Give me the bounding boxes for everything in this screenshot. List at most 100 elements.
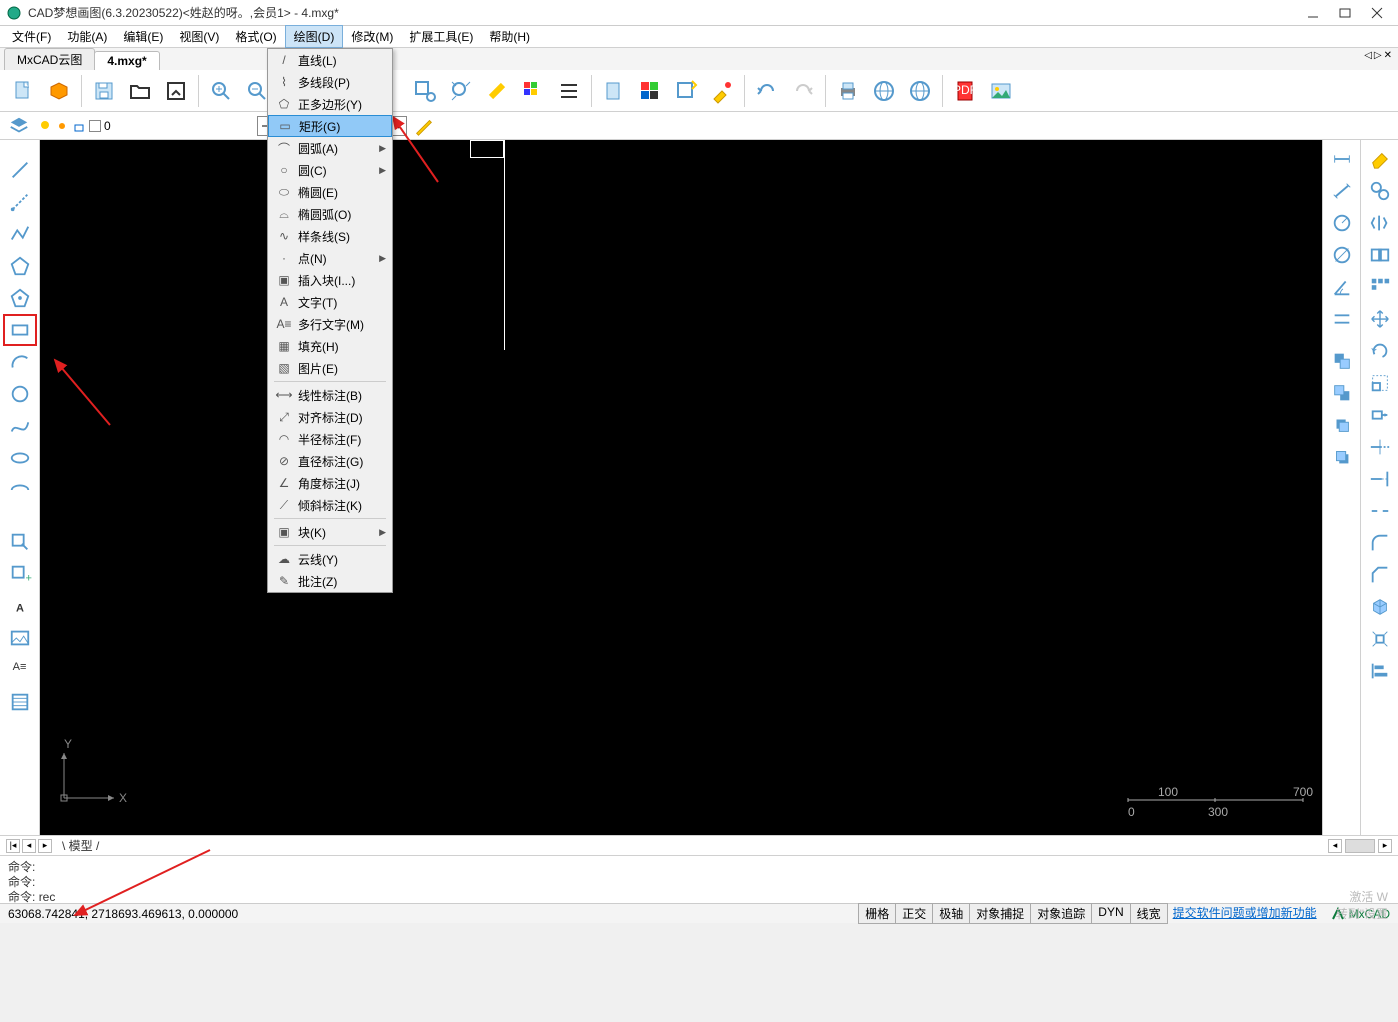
polar-toggle[interactable]: 极轴: [932, 903, 970, 924]
brush-button[interactable]: [705, 74, 739, 108]
menu-view[interactable]: 视图(V): [171, 26, 227, 47]
offset-tool[interactable]: [1363, 239, 1397, 271]
draw-menu-dimalign[interactable]: ⤢对齐标注(D): [268, 406, 392, 428]
send-backward-tool[interactable]: [1325, 441, 1359, 473]
zoom-window-button[interactable]: [408, 74, 442, 108]
list-button[interactable]: [552, 74, 586, 108]
chamfer-tool[interactable]: [1363, 559, 1397, 591]
close-button[interactable]: [1370, 6, 1384, 20]
draw-menu-rect[interactable]: ▭矩形(G): [268, 115, 392, 137]
scale-tool[interactable]: [1363, 367, 1397, 399]
ellipse-arc-tool[interactable]: [3, 474, 37, 506]
line-tool[interactable]: [3, 154, 37, 186]
draw-menu-dimdia[interactable]: ⊘直径标注(G): [268, 450, 392, 472]
palette-button[interactable]: [516, 74, 550, 108]
hscroll-left[interactable]: ◂: [1328, 839, 1342, 853]
draw-menu-image[interactable]: ▧图片(E): [268, 357, 392, 379]
draw-menu-cloud[interactable]: ☁云线(Y): [268, 548, 392, 570]
model-tab[interactable]: \ 模型 /: [54, 837, 107, 854]
draw-menu-mtext[interactable]: A≡多行文字(M): [268, 313, 392, 335]
explode-tool[interactable]: [1363, 623, 1397, 655]
text-tool[interactable]: A: [3, 590, 37, 622]
draw-menu-dimlin[interactable]: ⟷线性标注(B): [268, 384, 392, 406]
draw-menu-note[interactable]: ✎批注(Z): [268, 570, 392, 592]
arc-tool[interactable]: [3, 346, 37, 378]
draw-menu-line[interactable]: /直线(L): [268, 49, 392, 71]
draw-menu-circle[interactable]: ○圆(C)▶: [268, 159, 392, 181]
minimize-button[interactable]: [1306, 6, 1320, 20]
draw-menu-text[interactable]: A文字(T): [268, 291, 392, 313]
draw-menu-point[interactable]: ·点(N)▶: [268, 247, 392, 269]
drawing-canvas[interactable]: YX 100700 0300: [40, 140, 1322, 835]
mtext-tool[interactable]: A≡: [3, 654, 37, 686]
trim-tool[interactable]: [1363, 431, 1397, 463]
image-tool[interactable]: [3, 622, 37, 654]
layout-first-button[interactable]: |◂: [6, 839, 20, 853]
draw-menu-earc[interactable]: ⌓椭圆弧(O): [268, 203, 392, 225]
dim-radius-tool[interactable]: [1325, 207, 1359, 239]
draw-menu-ellipse[interactable]: ⬭椭圆(E): [268, 181, 392, 203]
clipboard-button[interactable]: [597, 74, 631, 108]
osnap-toggle[interactable]: 对象捕捉: [969, 903, 1031, 924]
dim-parallel-tool[interactable]: [1325, 303, 1359, 335]
pdf-button[interactable]: PDF: [948, 74, 982, 108]
add-block-tool[interactable]: +: [3, 558, 37, 590]
rotate-tool[interactable]: [1363, 335, 1397, 367]
align-tool[interactable]: [1363, 655, 1397, 687]
pencil-icon[interactable]: [413, 115, 435, 137]
dyn-toggle[interactable]: DYN: [1091, 903, 1130, 924]
menu-file[interactable]: 文件(F): [4, 26, 59, 47]
tab-next-icon[interactable]: ▷: [1374, 50, 1382, 61]
break-tool[interactable]: [1363, 495, 1397, 527]
lineweight-toggle[interactable]: 线宽: [1130, 903, 1168, 924]
dim-angle-tool[interactable]: [1325, 271, 1359, 303]
saveas-button[interactable]: [159, 74, 193, 108]
polygon-tool[interactable]: [3, 250, 37, 282]
hscroll-track[interactable]: [1345, 839, 1375, 853]
web2-button[interactable]: [903, 74, 937, 108]
extend-tool[interactable]: [1363, 463, 1397, 495]
new3d-button[interactable]: [42, 74, 76, 108]
command-line[interactable]: 命令: 命令: 命令: rec: [0, 855, 1398, 903]
highlight-button[interactable]: [480, 74, 514, 108]
color-swatch-button[interactable]: [633, 74, 667, 108]
insert-block-tool[interactable]: [3, 526, 37, 558]
tab-prev-icon[interactable]: ◁: [1364, 50, 1372, 61]
zoom-in-button[interactable]: [204, 74, 238, 108]
menu-draw[interactable]: 绘图(D): [285, 25, 344, 48]
3d-tool[interactable]: [1363, 591, 1397, 623]
array-tool[interactable]: [1363, 271, 1397, 303]
circle-tool[interactable]: [3, 378, 37, 410]
zoom-extents-button[interactable]: [444, 74, 478, 108]
tab-cloud[interactable]: MxCAD云图: [4, 48, 95, 70]
menu-edit[interactable]: 编辑(E): [115, 26, 171, 47]
move-front-tool[interactable]: [1325, 345, 1359, 377]
draw-menu-arc[interactable]: ⌒圆弧(A)▶: [268, 137, 392, 159]
feedback-link[interactable]: 提交软件问题或增加新功能: [1167, 903, 1323, 924]
copy-tool[interactable]: [1363, 175, 1397, 207]
draw-menu-dimobl[interactable]: ⟋倾斜标注(K): [268, 494, 392, 516]
bring-forward-tool[interactable]: [1325, 409, 1359, 441]
move-tool[interactable]: [1363, 303, 1397, 335]
maximize-button[interactable]: [1338, 6, 1352, 20]
draw-menu-hatch[interactable]: ▦填充(H): [268, 335, 392, 357]
draw-menu-polyline[interactable]: ⌇多线段(P): [268, 71, 392, 93]
layout-next-button[interactable]: ▸: [38, 839, 52, 853]
dim-diameter-tool[interactable]: [1325, 239, 1359, 271]
tab-file[interactable]: 4.mxg*: [94, 51, 159, 70]
command-input[interactable]: rec: [39, 890, 56, 904]
menu-format[interactable]: 格式(O): [227, 26, 284, 47]
layout-prev-button[interactable]: ◂: [22, 839, 36, 853]
image-button[interactable]: [984, 74, 1018, 108]
eraser-tool[interactable]: [1363, 143, 1397, 175]
move-back-tool[interactable]: [1325, 377, 1359, 409]
polyline-tool[interactable]: [3, 218, 37, 250]
draw-menu-block[interactable]: ▣插入块(I...): [268, 269, 392, 291]
draw-menu-dimrad[interactable]: ◠半径标注(F): [268, 428, 392, 450]
otrack-toggle[interactable]: 对象追踪: [1030, 903, 1092, 924]
ray-tool[interactable]: [3, 186, 37, 218]
rectangle-tool[interactable]: [3, 314, 37, 346]
dim-linear-tool[interactable]: [1325, 143, 1359, 175]
ellipse-tool[interactable]: [3, 442, 37, 474]
redo-button[interactable]: [786, 74, 820, 108]
